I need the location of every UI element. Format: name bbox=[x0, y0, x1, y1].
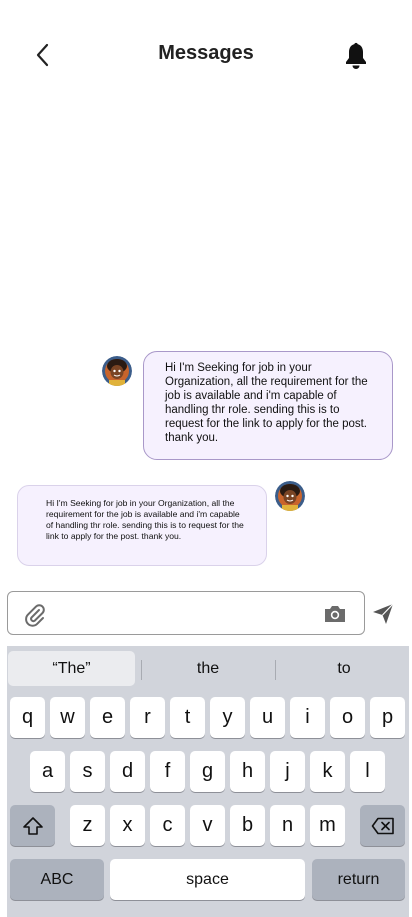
suggestion-bar: “The” the to bbox=[7, 646, 409, 690]
key-j[interactable]: j bbox=[270, 751, 305, 792]
shift-key[interactable] bbox=[10, 805, 55, 846]
key-c[interactable]: c bbox=[150, 805, 185, 846]
message-composer bbox=[7, 591, 365, 635]
suggestion-item[interactable]: to bbox=[279, 651, 409, 686]
shift-icon bbox=[22, 816, 43, 835]
delete-key[interactable] bbox=[360, 805, 405, 846]
notifications-button[interactable] bbox=[340, 40, 372, 72]
suggestion-divider bbox=[275, 660, 276, 680]
key-e[interactable]: e bbox=[90, 697, 125, 738]
key-i[interactable]: i bbox=[290, 697, 325, 738]
key-s[interactable]: s bbox=[70, 751, 105, 792]
message-input[interactable] bbox=[54, 598, 318, 630]
send-button[interactable] bbox=[370, 601, 396, 627]
key-u[interactable]: u bbox=[250, 697, 285, 738]
backspace-icon bbox=[371, 817, 394, 834]
key-m[interactable]: m bbox=[310, 805, 345, 846]
key-a[interactable]: a bbox=[30, 751, 65, 792]
suggestion-divider bbox=[141, 660, 142, 680]
key-q[interactable]: q bbox=[10, 697, 45, 738]
key-p[interactable]: p bbox=[370, 697, 405, 738]
key-d[interactable]: d bbox=[110, 751, 145, 792]
message-bubble-sent[interactable]: Hi I'm Seeking for job in your Organizat… bbox=[143, 351, 393, 460]
key-b[interactable]: b bbox=[230, 805, 265, 846]
key-x[interactable]: x bbox=[110, 805, 145, 846]
suggestion-item[interactable]: “The” bbox=[8, 651, 135, 686]
message-bubble-received[interactable]: Hi I'm Seeking for job in your Organizat… bbox=[17, 485, 267, 566]
paperclip-icon bbox=[25, 604, 45, 627]
key-g[interactable]: g bbox=[190, 751, 225, 792]
return-key[interactable]: return bbox=[312, 859, 405, 900]
message-text: Hi I'm Seeking for job in your Organizat… bbox=[165, 362, 368, 444]
key-t[interactable]: t bbox=[170, 697, 205, 738]
abc-key[interactable]: ABC bbox=[10, 859, 104, 900]
camera-button[interactable] bbox=[323, 604, 347, 624]
key-w[interactable]: w bbox=[50, 697, 85, 738]
avatar[interactable] bbox=[275, 481, 305, 511]
bell-icon bbox=[346, 42, 366, 69]
key-y[interactable]: y bbox=[210, 697, 245, 738]
send-icon bbox=[373, 603, 394, 624]
key-v[interactable]: v bbox=[190, 805, 225, 846]
key-h[interactable]: h bbox=[230, 751, 265, 792]
suggestion-item[interactable]: the bbox=[145, 651, 271, 686]
key-r[interactable]: r bbox=[130, 697, 165, 738]
key-k[interactable]: k bbox=[310, 751, 345, 792]
key-f[interactable]: f bbox=[150, 751, 185, 792]
attach-button[interactable] bbox=[22, 602, 48, 628]
key-o[interactable]: o bbox=[330, 697, 365, 738]
key-z[interactable]: z bbox=[70, 805, 105, 846]
space-key[interactable]: space bbox=[110, 859, 305, 900]
header: Messages bbox=[0, 0, 412, 110]
key-n[interactable]: n bbox=[270, 805, 305, 846]
avatar[interactable] bbox=[102, 356, 132, 386]
camera-icon bbox=[325, 606, 345, 622]
key-l[interactable]: l bbox=[350, 751, 385, 792]
keyboard: “The” the to q w e r t y u i o p a s d f… bbox=[7, 646, 409, 917]
message-text: Hi I'm Seeking for job in your Organizat… bbox=[46, 498, 244, 541]
